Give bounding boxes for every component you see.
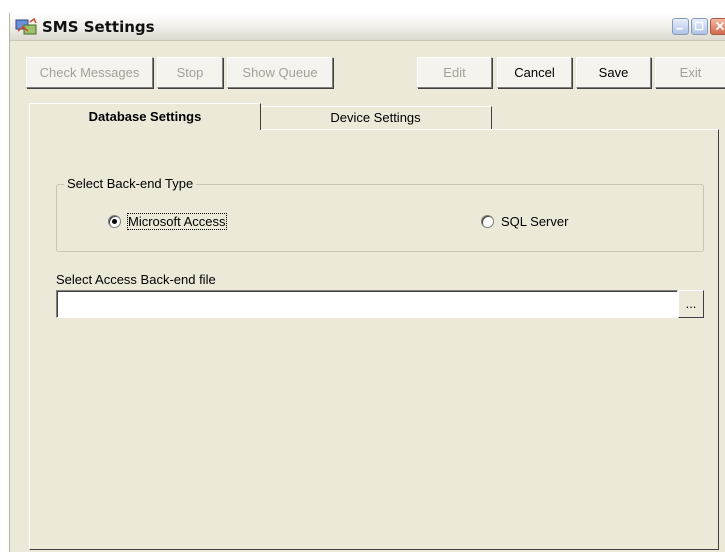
browse-button[interactable]: ... (678, 290, 704, 318)
access-file-input[interactable] (56, 290, 678, 318)
sql-server-radio-indicator[interactable] (481, 215, 494, 228)
minimize-icon (676, 27, 683, 30)
maximize-icon (694, 21, 704, 31)
minimize-button[interactable] (672, 18, 689, 35)
tab-device-settings[interactable]: Device Settings (260, 106, 492, 129)
microsoft-access-label: Microsoft Access (127, 213, 227, 230)
window-title: SMS Settings (42, 18, 155, 36)
edit-button[interactable]: Edit (417, 57, 492, 88)
save-button[interactable]: Save (576, 57, 651, 88)
access-file-label: Select Access Back-end file (56, 272, 216, 287)
microsoft-access-radio-indicator[interactable] (108, 215, 121, 228)
maximize-button[interactable] (691, 18, 708, 35)
tab-database-settings[interactable]: Database Settings (29, 103, 261, 130)
backend-type-legend: Select Back-end Type (64, 176, 197, 191)
show-queue-button[interactable]: Show Queue (227, 57, 333, 88)
close-button[interactable] (710, 18, 725, 35)
cancel-button[interactable]: Cancel (497, 57, 572, 88)
sql-server-label: SQL Server (501, 214, 569, 229)
title-bar[interactable]: SMS Settings (10, 13, 725, 41)
exit-button[interactable]: Exit (655, 57, 725, 88)
sms-app-icon (15, 17, 37, 35)
stop-button[interactable]: Stop (157, 57, 223, 88)
sms-settings-window: SMS Settings Check Messages Stop Show Qu… (9, 13, 725, 552)
check-messages-button[interactable]: Check Messages (26, 57, 153, 88)
radio-microsoft-access[interactable]: Microsoft Access (108, 213, 227, 230)
radio-sql-server[interactable]: SQL Server (481, 214, 568, 229)
close-icon (715, 21, 725, 31)
